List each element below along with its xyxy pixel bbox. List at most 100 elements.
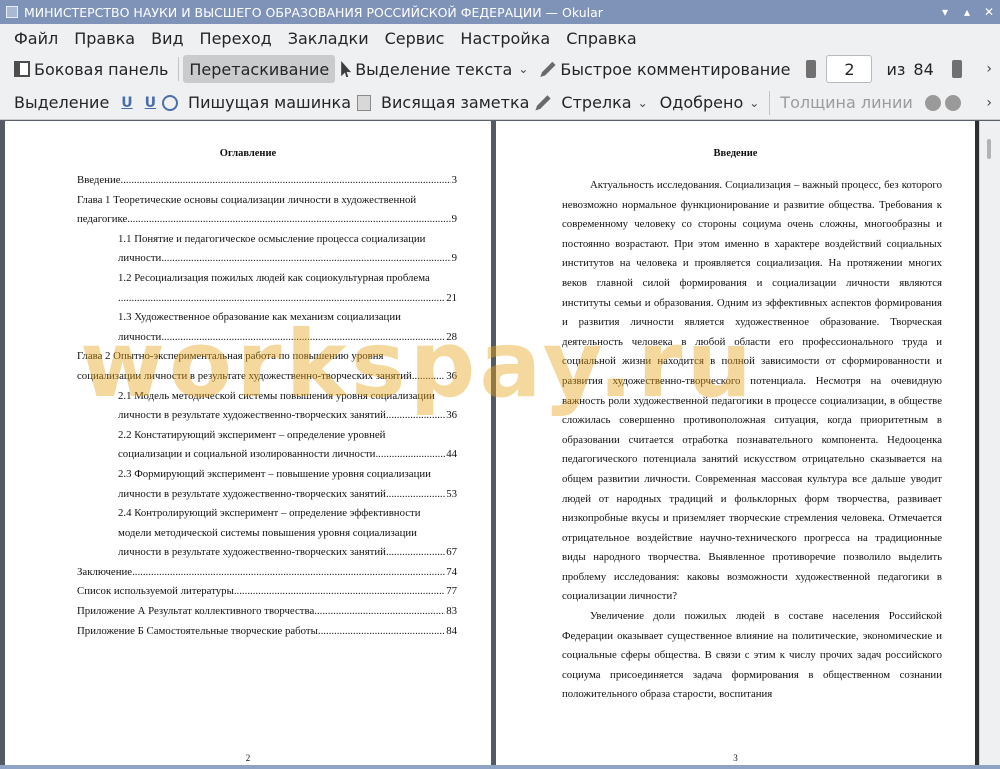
note-icon[interactable] xyxy=(357,94,372,111)
menu-help[interactable]: Справка xyxy=(566,29,637,48)
quick-comment-button[interactable]: Быстрое комментирование xyxy=(534,55,796,83)
toc-entry-text: 1.2 Ресоциализация пожилых людей как соц… xyxy=(118,271,430,284)
paragraph: Актуальность исследования. Социализация … xyxy=(562,179,942,603)
squiggle-underline-icon[interactable]: U xyxy=(145,95,156,111)
page-number-input[interactable]: 2 xyxy=(826,55,873,83)
toc-entry-text: 2.4 Контролирующий эксперимент – определ… xyxy=(118,507,421,520)
toc-page-number: 67 xyxy=(446,546,457,559)
toc-entry-text: личности в результате художественно-твор… xyxy=(118,409,386,422)
annotation-toolbar: Выделение U U Пишущая машинка Висящая за… xyxy=(0,86,1000,120)
chevron-down-icon[interactable]: ⌄ xyxy=(518,62,528,76)
toc-entry[interactable]: 2.4 Контролирующий эксперимент – определ… xyxy=(77,504,457,563)
page-number-value: 2 xyxy=(844,59,855,79)
menu-view[interactable]: Вид xyxy=(151,29,183,48)
selection-tool-button[interactable]: Выделение xyxy=(8,89,115,117)
toc-entry[interactable]: Приложение А Результат коллективного тво… xyxy=(77,602,457,622)
toc-leader-dots xyxy=(318,622,445,642)
toc-page-number: 9 xyxy=(451,213,457,226)
toc-entry[interactable]: 1.1 Понятие и педагогическое осмысление … xyxy=(77,230,457,269)
sidebar-label: Боковая панель xyxy=(34,59,169,79)
toc-entry-text: Приложение А Результат коллективного тво… xyxy=(77,605,315,618)
hanging-note-button[interactable]: Висящая заметка xyxy=(375,89,535,117)
toc-page-number: 83 xyxy=(446,605,457,618)
typewriter-button[interactable]: Пишущая машинка xyxy=(182,89,357,117)
text-select-button[interactable]: Выделение текста ⌄ xyxy=(335,55,534,83)
vertical-scrollbar[interactable] xyxy=(979,121,1000,769)
arrow-tool-label: Стрелка xyxy=(561,93,632,112)
close-icon[interactable]: ✕ xyxy=(978,5,1000,19)
underline-icon[interactable]: U xyxy=(121,95,132,111)
toc-page-number: 84 xyxy=(446,624,457,637)
toc-leader-dots xyxy=(161,249,450,269)
cursor-icon xyxy=(341,61,352,77)
toolbar-overflow-icon[interactable]: › xyxy=(986,61,992,77)
toc-heading: Оглавление xyxy=(219,148,277,159)
menu-tools[interactable]: Сервис xyxy=(385,29,445,48)
color-icon[interactable] xyxy=(924,94,941,111)
toolbar-overflow-icon[interactable]: › xyxy=(986,95,992,111)
toc-page-number: 28 xyxy=(446,330,457,343)
toc-page-number: 44 xyxy=(446,448,457,461)
toc-list: Введение 3 Глава 1 Теоретические основы со… xyxy=(77,171,457,641)
strikeout-icon[interactable] xyxy=(162,94,179,111)
toc-entry[interactable]: Введение 3 xyxy=(77,171,457,191)
toc-leader-dots xyxy=(132,563,445,583)
sidebar-button[interactable]: Боковая панель xyxy=(8,55,174,83)
toc-leader-dots xyxy=(386,543,445,563)
scrollbar-thumb[interactable] xyxy=(987,139,991,159)
opacity-icon[interactable] xyxy=(944,94,961,111)
page-total-label: 84 xyxy=(913,59,934,79)
stamp-button[interactable]: Одобрено ⌄ xyxy=(654,89,766,117)
toc-entry-text: личности xyxy=(118,252,162,265)
minimize-icon[interactable]: ▾ xyxy=(934,5,956,19)
toolbar-separator xyxy=(178,57,180,81)
toc-entry[interactable]: Список используемой литературы 77 xyxy=(77,582,457,602)
toc-page-number: 53 xyxy=(446,487,457,500)
toc-page-number: 3 xyxy=(451,174,457,186)
maximize-icon[interactable]: ▴ xyxy=(956,5,978,19)
toc-entry[interactable]: Заключение 74 xyxy=(77,563,457,583)
toc-leader-dots xyxy=(118,289,445,309)
toc-entry-text: 2.2 Констатирующий эксперимент – определ… xyxy=(118,428,386,441)
toolbar-separator xyxy=(769,90,771,115)
menu-settings[interactable]: Настройка xyxy=(460,29,550,48)
toc-entry-text: педагогике xyxy=(77,213,128,226)
toc-page-number: 74 xyxy=(446,565,457,578)
menu-bookmarks[interactable]: Закладки xyxy=(288,29,369,48)
toc-entry-text: социализации и социальной изолированност… xyxy=(118,448,376,461)
typewriter-label: Пишущая машинка xyxy=(188,93,352,112)
menu-go[interactable]: Переход xyxy=(200,29,272,48)
toc-entry[interactable]: 2.1 Модель методической системы повышени… xyxy=(77,387,457,426)
toc-entry-text: Глава 1 Теоретические основы социализаци… xyxy=(77,193,417,206)
toc-leader-dots xyxy=(234,582,445,602)
app-icon xyxy=(6,6,18,18)
window-title: МИНИСТЕРСТВО НАУКИ И ВЫСШЕГО ОБРАЗОВАНИЯ… xyxy=(24,4,603,20)
document-viewer[interactable]: Оглавление Введение 3 Глава 1 Теоретически… xyxy=(0,121,1000,769)
menu-edit[interactable]: Правка xyxy=(74,29,135,48)
drag-tool-button[interactable]: Перетаскивание xyxy=(183,55,336,83)
toc-entry[interactable]: 1.2 Ресоциализация пожилых людей как соц… xyxy=(77,269,457,308)
chevron-down-icon[interactable]: ⌄ xyxy=(638,96,648,110)
intro-body: Актуальность исследования. Социализация … xyxy=(562,176,942,705)
previous-page-icon[interactable] xyxy=(806,60,817,78)
toc-entry-text: личности в результате художественно-твор… xyxy=(118,487,386,500)
title-bar: МИНИСТЕРСТВО НАУКИ И ВЫСШЕГО ОБРАЗОВАНИЯ… xyxy=(0,0,1000,24)
chevron-down-icon[interactable]: ⌄ xyxy=(749,96,759,110)
toc-entry[interactable]: Глава 1 Теоретические основы социализаци… xyxy=(77,191,457,230)
menu-file[interactable]: Файл xyxy=(14,29,58,48)
toc-entry[interactable]: 2.2 Констатирующий эксперимент – определ… xyxy=(77,426,457,465)
arrow-tool-button[interactable]: Стрелка ⌄ xyxy=(555,89,653,117)
toc-entry[interactable]: 2.3 Формирующий эксперимент – повышение … xyxy=(77,465,457,504)
toc-leader-dots xyxy=(375,445,445,465)
toc-page-number: 9 xyxy=(451,252,457,265)
arrow-pen-icon[interactable] xyxy=(535,95,551,111)
toc-entry[interactable]: 1.3 Художественное образование как механ… xyxy=(77,308,457,347)
toc-page-number: 77 xyxy=(446,585,457,598)
line-width-button[interactable]: Толщина линии xyxy=(774,89,919,117)
toc-entry[interactable]: Глава 2 Опытно-экспериментальная работа … xyxy=(77,347,457,386)
toc-entry-text: 1.3 Художественное образование как механ… xyxy=(118,311,401,324)
toc-entry-text: модели методической системы повышения ур… xyxy=(118,526,417,539)
toc-entry[interactable]: Приложение Б Самостоятельные творческие … xyxy=(77,622,457,642)
text-select-label: Выделение текста xyxy=(355,59,513,79)
next-page-icon[interactable] xyxy=(951,60,962,78)
